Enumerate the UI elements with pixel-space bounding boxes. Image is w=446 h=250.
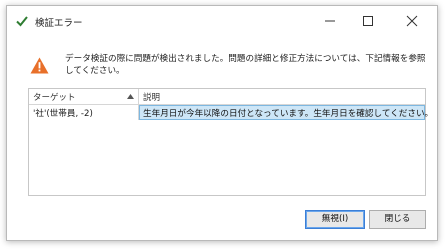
table-row[interactable]: '社'(世帯員, -2) 生年月日が今年以降の日付となっています。生年月日を確認… xyxy=(29,105,433,120)
close-button[interactable]: 閉じる xyxy=(369,210,426,229)
checkmark-icon xyxy=(16,16,28,27)
target-cell[interactable]: '社'(世帯員, -2) xyxy=(29,105,139,120)
sort-ascending-icon xyxy=(127,94,134,99)
minimize-button[interactable] xyxy=(311,6,349,36)
title-bar: 検証エラー xyxy=(7,6,437,36)
close-window-button[interactable] xyxy=(393,6,431,36)
minimize-icon xyxy=(325,20,335,22)
window-title: 検証エラー xyxy=(35,18,83,29)
column-header-description[interactable]: 説明 xyxy=(139,89,425,104)
maximize-button[interactable] xyxy=(349,6,387,36)
grid-header: ターゲット 説明 xyxy=(29,89,425,105)
error-grid[interactable]: ターゲット 説明 '社'(世帯員, -2) 生年月日が今年以降の日付となっていま… xyxy=(28,88,433,196)
error-message: データ検証の際に問題が検出されました。問題の詳細と修正方法については、下記情報を… xyxy=(65,54,426,76)
warning-icon xyxy=(30,57,49,74)
description-cell[interactable]: 生年月日が今年以降の日付となっています。生年月日を確認してください。 xyxy=(139,105,433,120)
validation-error-dialog: 検証エラー データ検証の際に問題が検出されました。問題の詳細と修正方法については… xyxy=(6,5,438,241)
column-header-target[interactable]: ターゲット xyxy=(29,89,139,104)
close-icon xyxy=(406,15,418,27)
ignore-button[interactable]: 無視(I) xyxy=(305,210,365,229)
maximize-icon xyxy=(363,16,373,26)
